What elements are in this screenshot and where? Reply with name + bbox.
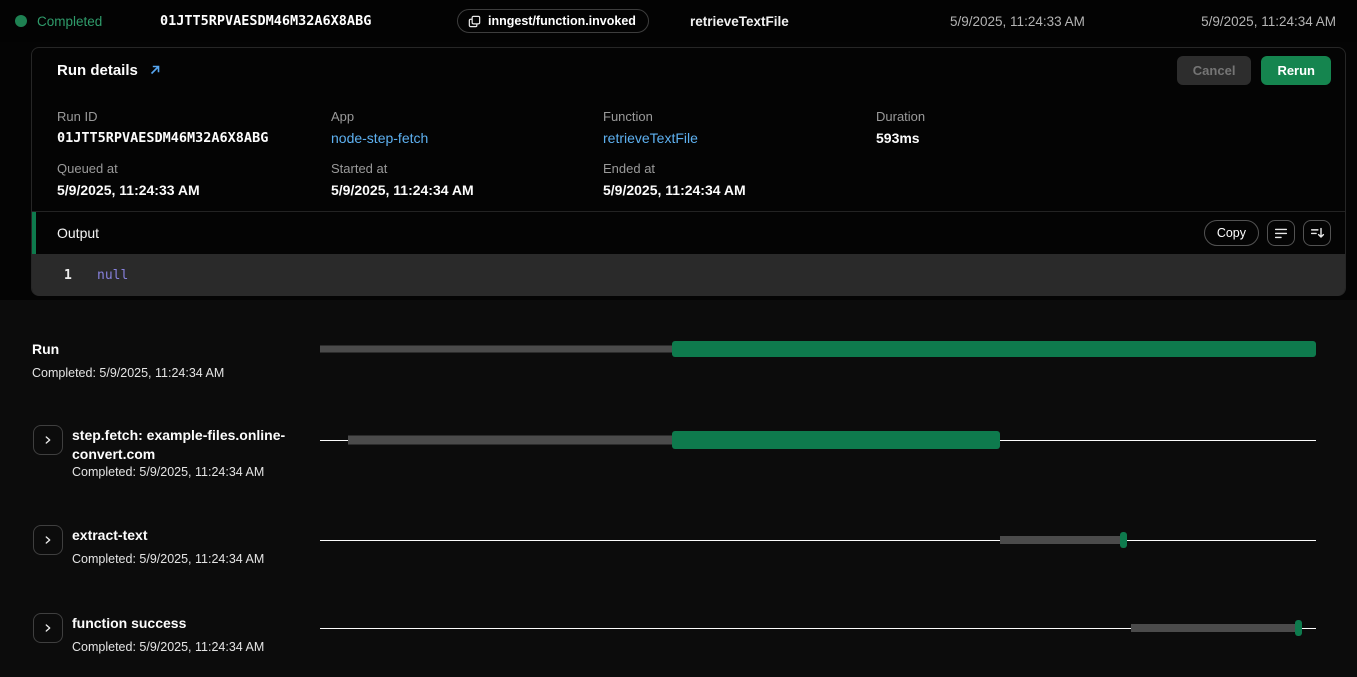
- field-run-id-label: Run ID: [57, 109, 268, 124]
- timeline-segment-marker: [1295, 620, 1302, 636]
- trace-step-fetch-name: step.fetch: example-files.online-convert…: [72, 426, 317, 464]
- field-queued-at: Queued at 5/9/2025, 11:24:33 AM: [57, 161, 200, 198]
- trace-step-fetch-meta: step.fetch: example-files.online-convert…: [72, 426, 317, 479]
- copy-button[interactable]: Copy: [1204, 220, 1259, 246]
- chevron-right-icon: [42, 534, 54, 546]
- panel-header: Run details Cancel Rerun: [32, 48, 1345, 92]
- trace-function-success-name: function success: [72, 614, 317, 633]
- status-label: Completed: [37, 14, 102, 29]
- topbar-run-id: 01JTT5RPVAESDM46M32A6X8ABG: [160, 0, 371, 42]
- topbar-queued-time: 5/9/2025, 11:24:33 AM: [950, 0, 1085, 42]
- trace-function-success-completed: Completed: 5/9/2025, 11:24:34 AM: [72, 640, 317, 654]
- field-run-id-value: 01JTT5RPVAESDM46M32A6X8ABG: [57, 130, 268, 146]
- code-line-number: 1: [64, 268, 86, 283]
- field-function: Function retrieveTextFile: [603, 109, 698, 146]
- trace-section: Run Completed: 5/9/2025, 11:24:34 AM ste…: [0, 300, 1357, 677]
- trace-run-completed: Completed: 5/9/2025, 11:24:34 AM: [32, 366, 277, 380]
- topbar-started-time: 5/9/2025, 11:24:34 AM: [1201, 0, 1336, 42]
- trace-step-fetch-timeline: [320, 430, 1316, 450]
- output-section-header: Output Copy: [32, 211, 1345, 254]
- field-queued-at-label: Queued at: [57, 161, 200, 176]
- field-duration-value: 593ms: [876, 130, 925, 146]
- expand-step-fetch-button[interactable]: [33, 425, 63, 455]
- code-null-value: null: [97, 268, 128, 283]
- field-started-at-value: 5/9/2025, 11:24:34 AM: [331, 182, 474, 198]
- timeline-segment-queued: [320, 346, 672, 353]
- trace-run-timeline: [320, 339, 1316, 359]
- timeline-segment-queued: [348, 436, 672, 445]
- field-ended-at: Ended at 5/9/2025, 11:24:34 AM: [603, 161, 746, 198]
- trace-run-name: Run: [32, 340, 277, 359]
- expand-extract-text-button[interactable]: [33, 525, 63, 555]
- timeline-segment-queued: [1131, 624, 1295, 632]
- trace-extract-text-name: extract-text: [72, 526, 317, 545]
- trace-extract-text-completed: Completed: 5/9/2025, 11:24:34 AM: [72, 552, 317, 566]
- trace-extract-text-meta: extract-text Completed: 5/9/2025, 11:24:…: [72, 526, 317, 566]
- field-function-label: Function: [603, 109, 698, 124]
- trace-run-meta: Run Completed: 5/9/2025, 11:24:34 AM: [32, 340, 277, 380]
- run-details-page: Completed 01JTT5RPVAESDM46M32A6X8ABG inn…: [0, 0, 1357, 677]
- field-ended-at-label: Ended at: [603, 161, 746, 176]
- event-badge-label: inngest/function.invoked: [488, 14, 636, 28]
- timeline-segment-active: [672, 341, 1316, 357]
- field-ended-at-value: 5/9/2025, 11:24:34 AM: [603, 182, 746, 198]
- sort-expand-icon-button[interactable]: [1303, 220, 1331, 246]
- trace-function-success-timeline: [320, 618, 1316, 638]
- topbar-function-name: retrieveTextFile: [690, 0, 789, 42]
- event-badge[interactable]: inngest/function.invoked: [457, 9, 649, 33]
- run-status: Completed: [15, 0, 102, 42]
- field-app: App node-step-fetch: [331, 109, 428, 146]
- output-code-block[interactable]: 1 null: [32, 254, 1345, 296]
- expand-function-success-button[interactable]: [33, 613, 63, 643]
- field-function-link[interactable]: retrieveTextFile: [603, 130, 698, 146]
- external-link-icon[interactable]: [148, 63, 162, 77]
- chevron-right-icon: [42, 434, 54, 446]
- timeline-segment-active: [672, 431, 1001, 449]
- output-title: Output: [57, 225, 99, 241]
- trace-row-extract-text: extract-text Completed: 5/9/2025, 11:24:…: [0, 524, 1357, 584]
- field-started-at: Started at 5/9/2025, 11:24:34 AM: [331, 161, 474, 198]
- run-details-panel: Run details Cancel Rerun Run ID 01JTT5RP…: [31, 47, 1346, 296]
- trace-row-step-fetch: step.fetch: example-files.online-convert…: [0, 424, 1357, 494]
- output-accent-bar: [32, 212, 36, 255]
- panel-title-text: Run details: [57, 62, 138, 79]
- field-app-label: App: [331, 109, 428, 124]
- status-dot-icon: [15, 15, 27, 27]
- field-duration-label: Duration: [876, 109, 925, 124]
- timeline-segment-marker: [1120, 532, 1127, 548]
- rerun-button[interactable]: Rerun: [1261, 56, 1331, 85]
- run-summary-bar: Completed 01JTT5RPVAESDM46M32A6X8ABG inn…: [0, 0, 1357, 42]
- trace-row-run: Run Completed: 5/9/2025, 11:24:34 AM: [0, 338, 1357, 398]
- trace-step-fetch-completed: Completed: 5/9/2025, 11:24:34 AM: [72, 465, 317, 479]
- trace-extract-text-timeline: [320, 530, 1316, 550]
- trace-row-function-success: function success Completed: 5/9/2025, 11…: [0, 612, 1357, 672]
- field-run-id: Run ID 01JTT5RPVAESDM46M32A6X8ABG: [57, 109, 268, 146]
- panel-title: Run details: [57, 62, 162, 79]
- panel-actions: Cancel Rerun: [1177, 56, 1331, 85]
- field-duration: Duration 593ms: [876, 109, 925, 146]
- trace-function-success-meta: function success Completed: 5/9/2025, 11…: [72, 614, 317, 654]
- chevron-right-icon: [42, 622, 54, 634]
- field-started-at-label: Started at: [331, 161, 474, 176]
- field-queued-at-value: 5/9/2025, 11:24:33 AM: [57, 182, 200, 198]
- copy-stack-icon: [467, 14, 482, 29]
- wrap-text-icon-button[interactable]: [1267, 220, 1295, 246]
- timeline-baseline: [320, 540, 1316, 541]
- output-actions: Copy: [1204, 220, 1331, 246]
- field-app-link[interactable]: node-step-fetch: [331, 130, 428, 146]
- timeline-segment-queued: [1000, 536, 1120, 544]
- cancel-button[interactable]: Cancel: [1177, 56, 1252, 85]
